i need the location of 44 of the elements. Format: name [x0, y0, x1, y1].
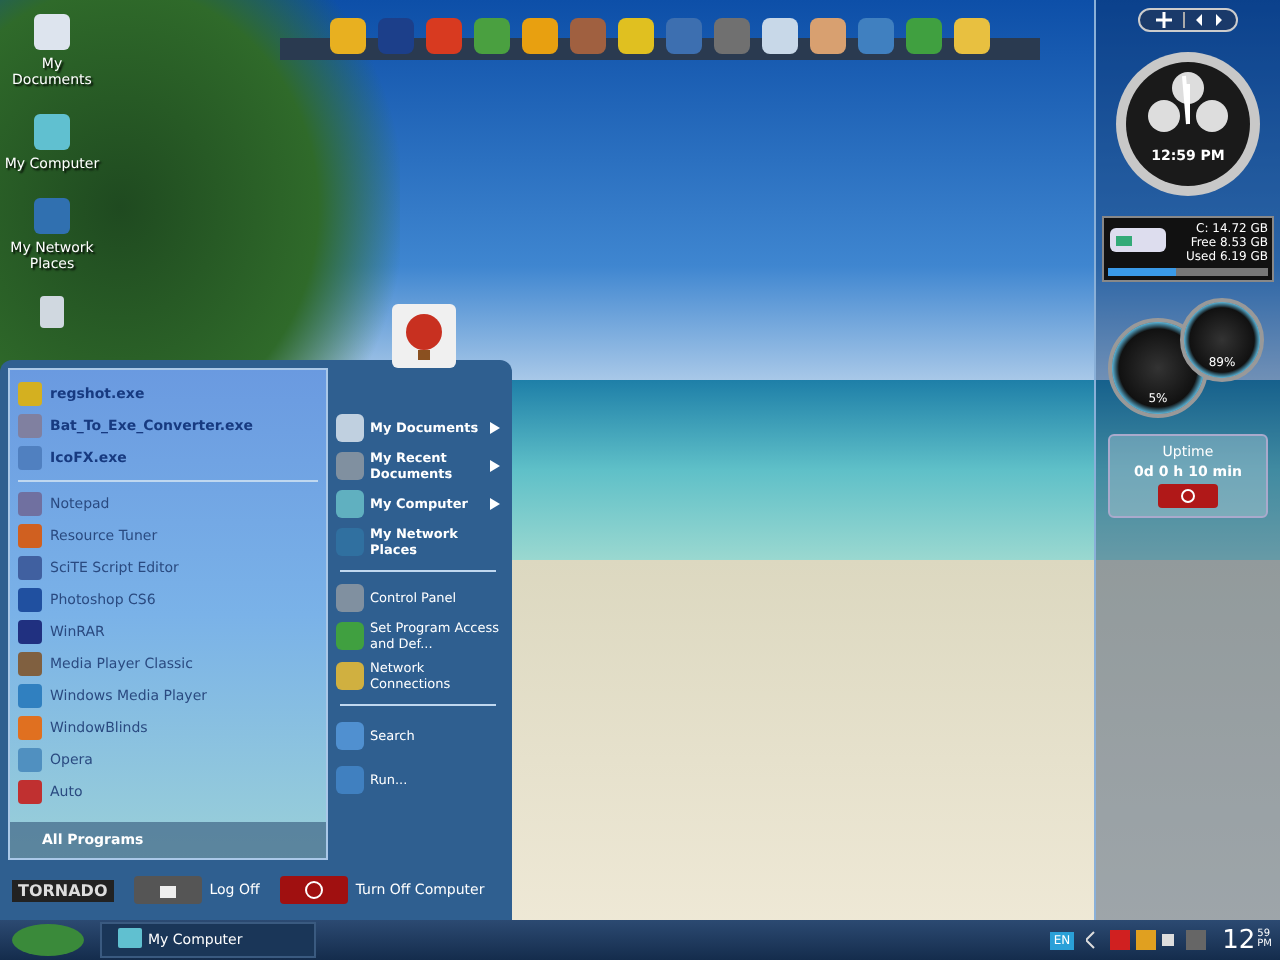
app-launcher-icon[interactable] — [760, 16, 800, 56]
tray-icons[interactable] — [1086, 928, 1211, 952]
program-icon — [18, 524, 42, 548]
power-icon[interactable] — [279, 876, 348, 904]
program-icon — [18, 446, 42, 470]
desktop-icon[interactable] — [28, 8, 76, 56]
submenu-arrow-icon — [490, 498, 500, 510]
program-icon — [18, 620, 42, 644]
start-button-icon[interactable] — [8, 922, 88, 958]
program-icon — [18, 556, 42, 580]
program-icon — [18, 748, 42, 772]
app-launcher-icon[interactable] — [472, 16, 512, 56]
app-launcher-icon[interactable] — [952, 16, 992, 56]
program-icon — [18, 588, 42, 612]
program-icon — [18, 382, 42, 406]
user-picture-icon — [392, 304, 456, 368]
program-icon — [18, 652, 42, 676]
submenu-arrow-icon — [490, 422, 500, 434]
submenu-arrow-icon — [490, 460, 500, 472]
program-icon — [18, 780, 42, 804]
brand-logo: TORNADO — [12, 879, 114, 901]
power-button-icon[interactable] — [1158, 484, 1218, 508]
place-icon — [336, 584, 364, 612]
hard-drive-icon — [1108, 222, 1168, 258]
app-launcher-icon[interactable] — [520, 16, 560, 56]
computer-icon — [118, 928, 142, 952]
app-launcher-icon[interactable] — [904, 16, 944, 56]
place-icon — [336, 490, 364, 518]
place-icon — [336, 414, 364, 442]
place-icon — [336, 662, 364, 690]
sidebar-controls-icon[interactable] — [1138, 8, 1238, 32]
program-icon — [18, 716, 42, 740]
app-launcher-icon[interactable] — [808, 16, 848, 56]
app-launcher-icon[interactable] — [328, 16, 368, 56]
program-icon — [18, 684, 42, 708]
place-icon — [336, 722, 364, 750]
analog-clock-icon — [1112, 48, 1264, 200]
place-icon — [336, 622, 364, 650]
program-icon — [18, 492, 42, 516]
place-icon — [336, 766, 364, 794]
place-icon — [336, 452, 364, 480]
desktop-icon[interactable] — [28, 108, 76, 156]
program-icon — [18, 414, 42, 438]
app-launcher-icon[interactable] — [616, 16, 656, 56]
